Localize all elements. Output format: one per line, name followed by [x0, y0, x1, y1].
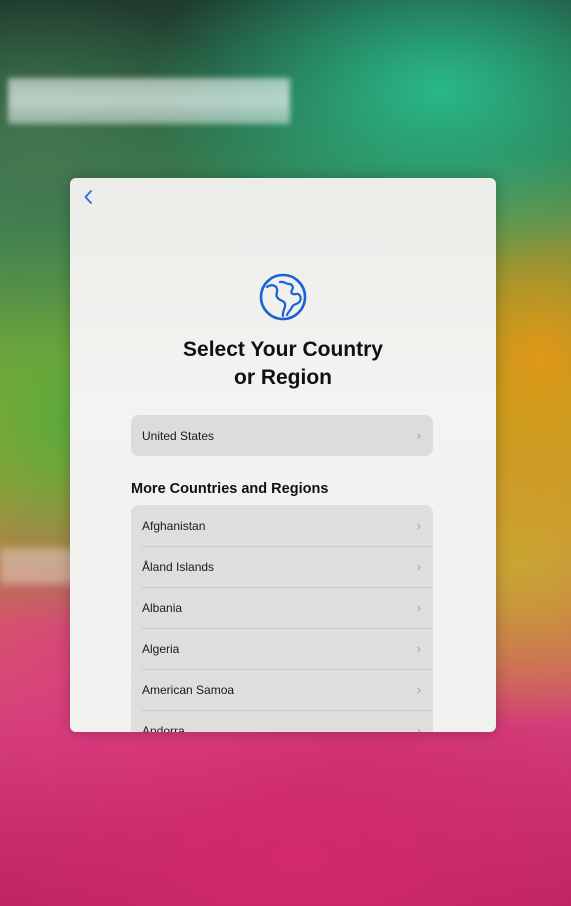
globe-icon	[259, 273, 307, 321]
setup-screen: Select Your Country or Region United Sta…	[70, 178, 496, 732]
chevron-right-icon: ›	[416, 682, 421, 697]
country-row[interactable]: American Samoa ›	[131, 669, 433, 710]
row-label: Åland Islands	[142, 559, 215, 574]
chevron-left-icon	[84, 190, 92, 204]
row-label: Algeria	[142, 641, 180, 656]
country-row[interactable]: Afghanistan ›	[131, 505, 433, 546]
row-label: American Samoa	[142, 682, 235, 697]
country-list: Afghanistan › Åland Islands › Albania › …	[131, 505, 433, 732]
chevron-right-icon: ›	[416, 723, 421, 732]
country-row[interactable]: Algeria ›	[131, 628, 433, 669]
title-line-1: Select Your Country	[183, 338, 383, 361]
row-label: Afghanistan	[142, 518, 206, 533]
chevron-right-icon: ›	[416, 428, 421, 443]
chevron-right-icon: ›	[416, 518, 421, 533]
row-label: Andorra	[142, 723, 185, 733]
back-button[interactable]	[78, 187, 98, 207]
chevron-right-icon: ›	[416, 641, 421, 656]
chevron-right-icon: ›	[416, 559, 421, 574]
country-row[interactable]: Albania ›	[131, 587, 433, 628]
row-label: United States	[142, 428, 215, 443]
country-row[interactable]: Åland Islands ›	[131, 546, 433, 587]
section-title: More Countries and Regions	[131, 481, 329, 497]
title-line-2: or Region	[234, 366, 332, 389]
country-row-united-states[interactable]: United States ›	[131, 415, 433, 456]
screen-glare	[8, 78, 290, 124]
chevron-right-icon: ›	[416, 600, 421, 615]
country-row[interactable]: Andorra ›	[131, 710, 433, 732]
row-label: Albania	[142, 600, 183, 615]
page-title: Select Your Country or Region	[70, 336, 496, 392]
